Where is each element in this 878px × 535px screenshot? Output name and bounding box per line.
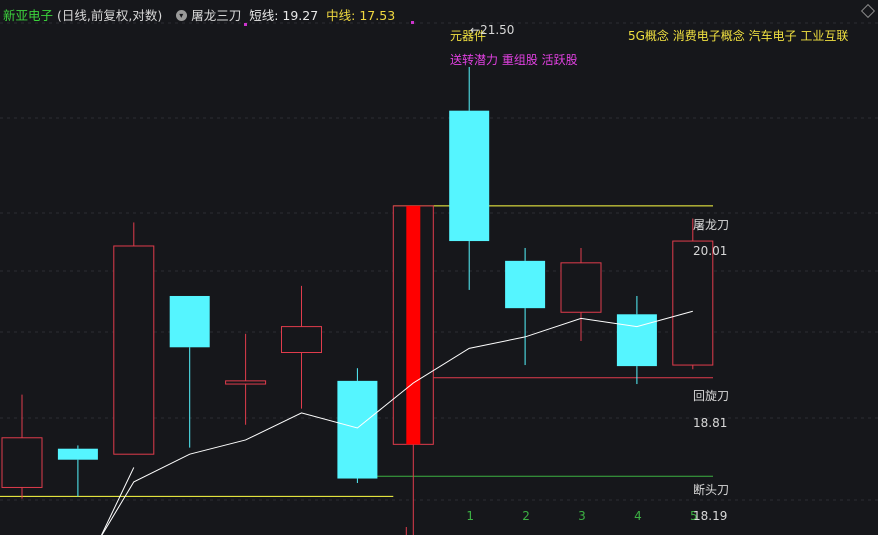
high-price-arrow-icon: ← [470,23,481,37]
candle-body-down [337,380,378,479]
chart-mode: (日线,前复权,对数) [57,8,163,23]
candle-body-down [505,260,546,309]
signal-bar [406,205,421,445]
candle-body-down [616,314,657,367]
candle-body-up [225,380,267,385]
marker-dot [244,23,247,26]
candle-body-up [281,326,322,353]
duantoudao-price: 18.19 [693,509,728,523]
candle-body-up [1,437,43,488]
tulongdao-price: 20.01 [693,244,728,258]
indicator-toggle-icon[interactable]: ▾ [176,10,188,21]
indicator-name[interactable]: 屠龙三刀 [191,8,241,23]
short-line-value: 短线: 19.27 [249,8,319,23]
tulongdao-label: 屠龙刀 [693,218,730,232]
candle-body-down [449,110,490,242]
candle-body-up [560,262,602,313]
high-price-label: ←21.50 [470,23,515,37]
candle-body-up [113,245,155,455]
day-label-1: 1 [466,509,474,523]
chart-header: 新亚电子 (日线,前复权,对数) ▾ 屠龙三刀 短线: 19.27 中线: 17.… [3,5,399,24]
day-label-3: 3 [578,509,586,523]
candle-body-down [169,295,210,348]
candlestick-chart: 12345 [0,22,878,535]
marker-dot [411,21,414,24]
concept-tags: 5G概念 消费电子概念 汽车电子 工业互联 [628,29,849,43]
day-label-2: 2 [522,509,530,523]
huixuandao-label: 回旋刀 [693,389,730,403]
ma-mid-line [100,467,135,535]
huixuandao-price: 18.81 [693,416,728,430]
mid-line-value: 中线: 17.53 [326,8,396,23]
day-label-4: 4 [634,509,642,523]
stock-name[interactable]: 新亚电子 [3,8,53,23]
candle-body-up [672,240,714,366]
candle-body-down [57,448,98,460]
duantoudao-label: 断头刀 [693,483,730,497]
concept-tags-left: 送转潜力 重组股 活跃股 [450,53,578,67]
